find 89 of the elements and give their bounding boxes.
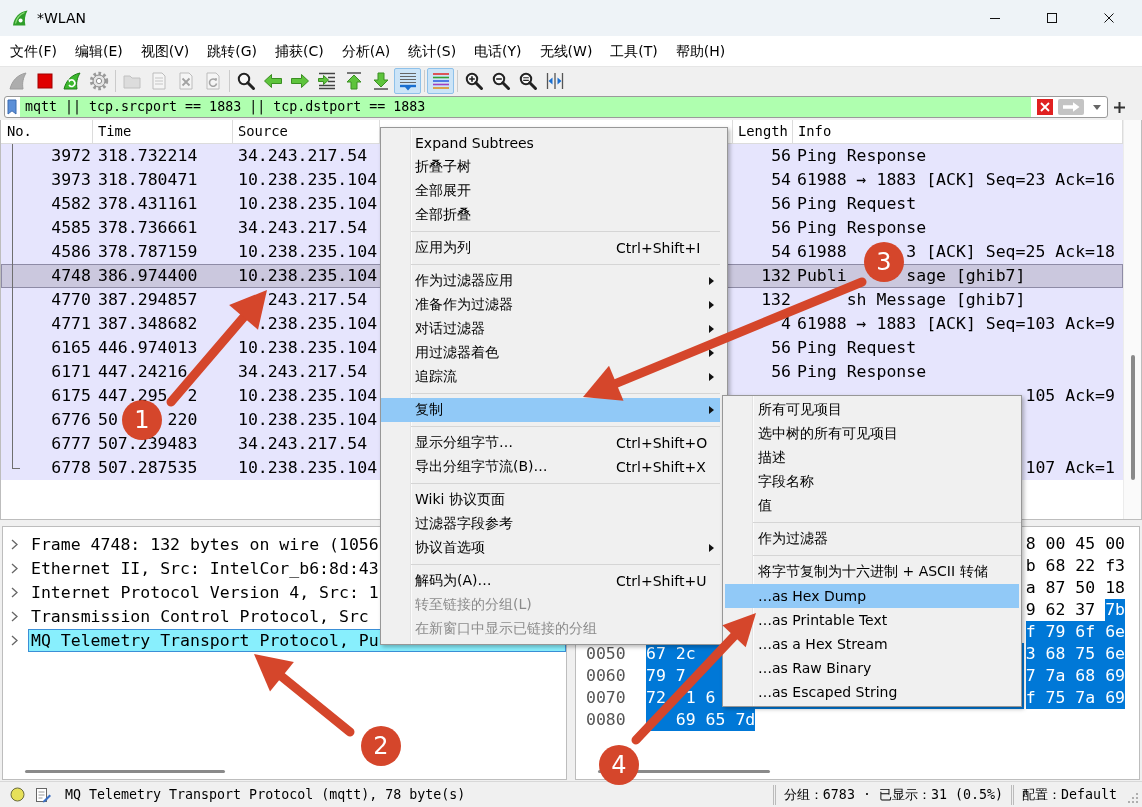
table-cell-text: 447.24216 xyxy=(97,361,189,383)
table-cell: 6175 xyxy=(1,384,93,408)
table-cell: 6777 xyxy=(1,432,93,456)
table-cell-text: 56 xyxy=(770,361,792,383)
hex-bytes: 9 62 37 xyxy=(1025,599,1096,621)
hex-bytes: 79 7 xyxy=(646,665,686,687)
window-title: *WLAN xyxy=(37,10,86,26)
hex-bytes: 69 65 7d xyxy=(646,709,756,731)
table-cell: 6171 xyxy=(1,360,93,384)
table-cell-text: 243.217.54 xyxy=(267,289,368,311)
table-cell-text: 10.238.235.104 xyxy=(237,169,379,191)
table-cell-text: 61988 → 1883 [ACK] Seq=23 Ack=16 xyxy=(796,169,1116,191)
offset-label: 0080 xyxy=(586,709,627,731)
table-cell-text: 386.974400 xyxy=(97,265,199,287)
table-cell: 6165 xyxy=(1,336,93,360)
table-cell-text: 10.238.235.104 xyxy=(237,457,379,479)
table-cell-text: 10.238.235.104 xyxy=(237,193,379,215)
table-cell-text: .238.235.104 xyxy=(257,313,378,335)
table-cell-text: Ping Request xyxy=(796,337,918,359)
table-cell-text: 378.787159 xyxy=(97,241,199,263)
table-cell: 4582 xyxy=(1,192,93,216)
hex-bytes: 7 7a 68 69 xyxy=(1025,665,1125,687)
table-cell: 3973 xyxy=(1,168,93,192)
table-cell-text: 10.238.235.104 xyxy=(237,265,379,287)
table-cell-text: Publi xyxy=(797,265,847,287)
table-cell-text: 34.243.217.54 xyxy=(237,433,369,455)
table-cell: 4585 xyxy=(1,216,93,240)
hex-bytes: b 68 22 f3 xyxy=(1025,555,1125,577)
table-cell-text: 54 xyxy=(770,241,792,263)
table-cell-text: sage [ghib7] xyxy=(906,265,1026,287)
table-cell-text: 10.238.235.104 xyxy=(237,241,379,263)
status-text: 分组：6783 · 已显示：31 (0.5%) xyxy=(783,785,1003,804)
hex-bytes: 67 2c xyxy=(646,643,696,665)
table-cell-text: 132 xyxy=(760,265,792,287)
table-cell: 6778 xyxy=(1,456,93,480)
table-cell-text: Ping Response xyxy=(796,361,928,383)
shortcut-text: Ctrl+Shift+X xyxy=(616,459,707,475)
table-cell-text: Ping Response xyxy=(796,145,928,167)
table-cell: 6776 xyxy=(1,408,93,432)
table-cell: 4748 xyxy=(1,264,93,288)
table-cell-text: 61988 → 1883 [ACK] Seq=103 Ack=9 xyxy=(796,313,1116,335)
table-cell-text: sh Message [ghib7] xyxy=(846,289,1026,311)
table-cell-text: 4 xyxy=(780,313,792,335)
table-cell-text: 387.348682 xyxy=(97,313,199,335)
table-cell-text: 54 xyxy=(770,169,792,191)
table-cell-text: 10.238.235.104 xyxy=(237,385,379,407)
hex-bytes: 7b xyxy=(1105,599,1125,621)
hex-bytes: f 75 7a 69 xyxy=(1025,687,1125,709)
table-cell-text: 318.780471 xyxy=(97,169,199,191)
table-cell-text: 56 xyxy=(770,145,792,167)
table-cell-text: 56 xyxy=(770,193,792,215)
status-text: MQ Telemetry Transport Protocol (mqtt), 78 byte(s) xyxy=(65,787,467,802)
table-cell-text: 10.238.235.104 xyxy=(237,337,379,359)
table-cell-text: 378.736661 xyxy=(97,217,199,239)
table-cell-text: 107 Ack=1 xyxy=(1025,457,1115,479)
table-cell: 4770 xyxy=(1,288,93,312)
table-cell-text: 318.732214 xyxy=(97,145,199,167)
offset-label: 0050 xyxy=(586,643,627,665)
offset-label: 0070 xyxy=(586,687,627,709)
hex-bytes: 3 68 75 6e xyxy=(1025,643,1125,665)
table-cell-text: Ping Response xyxy=(796,217,928,239)
table-cell-text: 50 xyxy=(98,409,118,431)
table-cell-text: 387.294857 xyxy=(97,289,199,311)
table-cell: 4586 xyxy=(1,240,93,264)
hex-bytes: f 79 6f 6e xyxy=(1025,621,1125,643)
hex-bytes: 8 00 45 00 xyxy=(1025,533,1125,555)
table-cell-text: 34.243.217.54 xyxy=(237,361,369,383)
table-cell-text: 105 Ack=9 xyxy=(1025,385,1115,407)
table-cell-text: 132 xyxy=(760,289,792,311)
table-cell-text: 2 xyxy=(187,385,198,407)
hex-bytes: a 87 50 18 xyxy=(1025,577,1125,599)
shortcut-text: Ctrl+Shift+U xyxy=(616,573,708,589)
table-cell-text: 507.287535 xyxy=(97,457,199,479)
shortcut-text: Ctrl+Shift+O xyxy=(616,435,709,451)
table-cell: 3972 xyxy=(1,144,93,168)
table-cell-text: 378.431161 xyxy=(97,193,199,215)
table-cell-text: 34.243.217.54 xyxy=(237,217,369,239)
table-cell-text: 61988 xyxy=(797,241,847,263)
table-cell-text: 220 xyxy=(167,409,198,431)
table-cell-text: 56 xyxy=(770,217,792,239)
table-cell: 4771 xyxy=(1,312,93,336)
table-cell-text: 10.238.235.104 xyxy=(237,409,379,431)
offset-label: 0060 xyxy=(586,665,627,687)
table-cell-text: 446.974013 xyxy=(97,337,199,359)
table-cell-text: 3 [ACK] Seq=25 Ack=18 xyxy=(906,241,1115,263)
table-cell-text: 56 xyxy=(770,337,792,359)
table-cell-text: 34.243.217.54 xyxy=(237,145,369,167)
table-cell-text: Ping Request xyxy=(796,193,918,215)
shortcut-text: Ctrl+Shift+I xyxy=(616,240,702,256)
